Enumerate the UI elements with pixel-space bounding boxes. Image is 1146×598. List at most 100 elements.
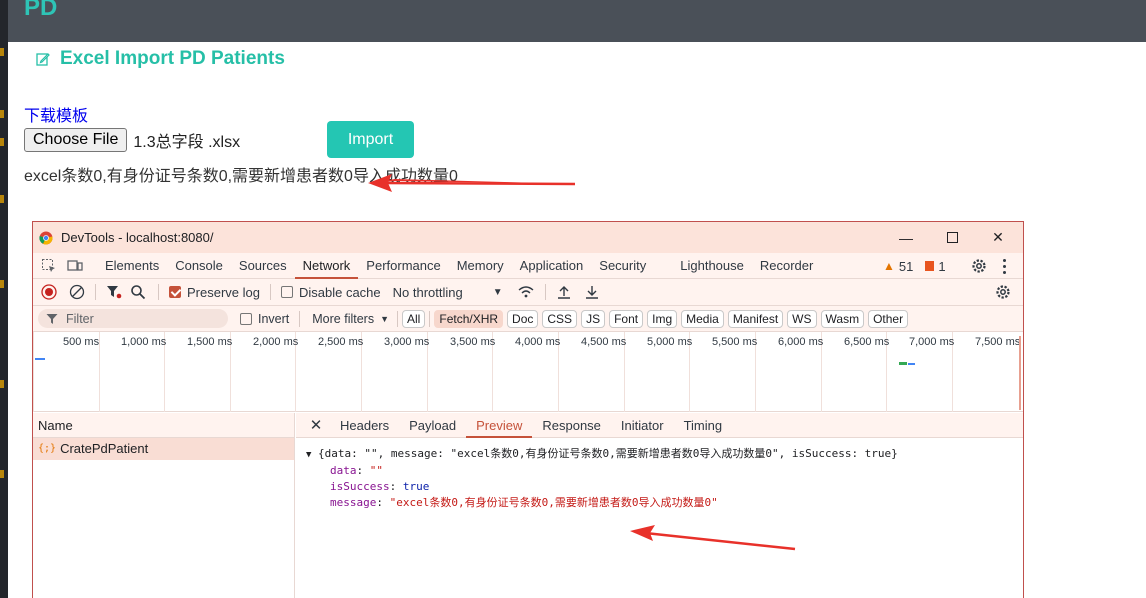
timeline-label: 1,000 ms [121, 336, 167, 348]
tab-payload[interactable]: Payload [399, 413, 466, 438]
inspect-element-icon[interactable] [41, 258, 57, 274]
chip-media[interactable]: Media [681, 309, 724, 328]
expand-triangle-icon[interactable]: ▼ [306, 450, 311, 460]
timeline-request-bar [35, 358, 45, 360]
search-icon[interactable] [130, 284, 146, 300]
timeline-label: 3,500 ms [450, 336, 496, 348]
tab-console[interactable]: Console [167, 253, 231, 279]
warning-icon: ▲ [883, 259, 895, 273]
more-filters-chevron-icon[interactable]: ▼ [380, 314, 389, 324]
import-result-text: excel条数0,有身份证号条数0,需要新增患者数0导入成功数量0 [24, 168, 458, 185]
disable-cache-label: Disable cache [298, 284, 381, 300]
tab-initiator[interactable]: Initiator [611, 413, 674, 438]
page-title-text: Excel Import PD Patients [60, 48, 285, 69]
tab-response[interactable]: Response [532, 413, 611, 438]
close-icon[interactable]: ✕ [302, 416, 330, 434]
export-har-icon[interactable] [584, 284, 600, 300]
tab-timing[interactable]: Timing [674, 413, 733, 438]
timeline-label: 6,000 ms [778, 336, 824, 348]
choose-file-button[interactable]: Choose File [24, 128, 128, 152]
minimize-icon[interactable]: — [883, 222, 929, 253]
tab-lighthouse[interactable]: Lighthouse [672, 253, 752, 279]
tab-network[interactable]: Network [294, 253, 359, 279]
chip-other[interactable]: Other [868, 309, 909, 328]
chip-css[interactable]: CSS [542, 309, 578, 328]
json-field-issuccess: isSuccess: true [330, 480, 430, 493]
tab-elements[interactable]: Elements [97, 253, 167, 279]
devtools-titlebar: DevTools - localhost:8080/ — ✕ [33, 222, 1023, 253]
chip-ws[interactable]: WS [787, 309, 817, 328]
more-filters-dropdown[interactable]: More filters [312, 312, 374, 326]
request-list: Name {;} CratePdPatient [33, 413, 295, 598]
tab-performance[interactable]: Performance [358, 253, 448, 279]
download-template-link[interactable]: 下载模板 [24, 102, 88, 126]
close-window-icon[interactable]: ✕ [975, 222, 1021, 253]
name-column-header[interactable]: Name [33, 413, 294, 438]
chip-doc[interactable]: Doc [507, 309, 539, 328]
request-detail-panel: ✕ Headers Payload Preview Response Initi… [296, 413, 1023, 598]
separator [95, 284, 96, 300]
import-har-icon[interactable] [556, 284, 572, 300]
import-button[interactable]: Import [327, 121, 414, 158]
json-field-message: message: "excel条数0,有身份证号条数0,需要新增患者数0导入成功… [330, 496, 718, 509]
tab-recorder[interactable]: Recorder [752, 253, 821, 279]
network-settings-gear-icon[interactable] [995, 284, 1011, 300]
chip-manifest[interactable]: Manifest [727, 309, 784, 328]
filter-input[interactable]: Filter [38, 309, 228, 328]
settings-gear-icon[interactable] [971, 258, 987, 274]
tab-sources[interactable]: Sources [231, 253, 295, 279]
page-title: Excel Import PD Patients [36, 48, 285, 70]
tab-headers[interactable]: Headers [330, 413, 399, 438]
chrome-icon [39, 231, 53, 245]
chip-js[interactable]: JS [581, 309, 606, 328]
chip-wasm[interactable]: Wasm [820, 309, 865, 328]
preserve-log-checkbox[interactable] [169, 286, 181, 298]
chip-fetch-xhr[interactable]: Fetch/XHR [434, 309, 504, 328]
invert-label: Invert [258, 311, 290, 326]
devtools-panel-tabs: Elements Console Sources Network Perform… [33, 253, 1023, 279]
maximize-icon[interactable] [929, 222, 975, 253]
timeline-label: 500 ms [63, 336, 100, 348]
device-toolbar-icon[interactable] [67, 258, 83, 274]
timeline-cursor [1019, 336, 1021, 410]
request-name: CratePdPatient [60, 441, 149, 456]
chip-img[interactable]: Img [647, 309, 678, 328]
clear-icon[interactable] [69, 284, 85, 300]
json-root-row[interactable]: ▼ {data: "", message: "excel条数0,有身份证号条数0… [306, 446, 1023, 463]
timeline-request-bar [899, 362, 907, 365]
record-stop-icon[interactable] [41, 284, 57, 300]
preserve-log-label: Preserve log [187, 284, 260, 300]
filter-icon[interactable] [106, 284, 122, 300]
issues-icon [925, 261, 935, 271]
filter-bar: Filter Invert More filters ▼ All Fetch/X… [33, 306, 1023, 332]
devtools-window: DevTools - localhost:8080/ — ✕ Elements … [32, 221, 1024, 598]
tab-application[interactable]: Application [512, 253, 592, 279]
json-preview: ▼ {data: "", message: "excel条数0,有身份证号条数0… [296, 438, 1023, 511]
chip-all[interactable]: All [402, 309, 426, 328]
invert-checkbox[interactable] [240, 312, 252, 325]
chip-font[interactable]: Font [609, 309, 644, 328]
warnings-badge[interactable]: ▲ 51 1 [883, 253, 946, 279]
xhr-icon: {;} [38, 443, 57, 454]
tab-preview[interactable]: Preview [466, 413, 533, 438]
selected-file-name: 1.3总字段 .xlsx [133, 134, 241, 151]
network-timeline-overview[interactable]: 500 ms 1,000 ms 1,500 ms 2,000 ms 2,500 … [33, 332, 1023, 412]
timeline-label: 5,000 ms [647, 336, 693, 348]
network-conditions-icon[interactable] [517, 284, 535, 300]
timeline-label: 4,000 ms [515, 336, 561, 348]
file-picker: Choose File 1.3总字段 .xlsx [24, 128, 240, 152]
timeline-label: 3,000 ms [384, 336, 430, 348]
network-details: Name {;} CratePdPatient ✕ Headers Payloa… [33, 413, 1023, 598]
tab-memory[interactable]: Memory [449, 253, 512, 279]
edit-icon [36, 53, 50, 66]
chevron-down-icon[interactable]: ▼ [493, 287, 503, 298]
network-toolbar: Preserve log Disable cache No throttling… [33, 279, 1023, 306]
json-field-data: data: "" [330, 464, 383, 477]
timeline-label: 7,000 ms [909, 336, 955, 348]
warnings-count: 51 [898, 258, 914, 274]
request-row[interactable]: {;} CratePdPatient [33, 438, 294, 460]
more-menu-icon[interactable] [999, 257, 1009, 275]
throttling-select[interactable]: No throttling [393, 285, 463, 300]
tab-security[interactable]: Security [591, 253, 654, 279]
disable-cache-checkbox[interactable] [280, 286, 293, 298]
